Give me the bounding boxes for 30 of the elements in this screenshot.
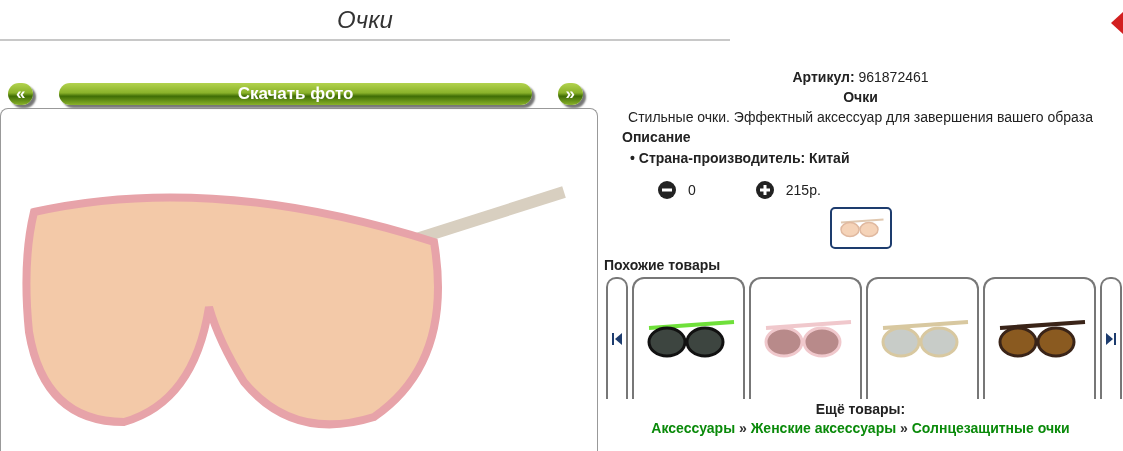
product-card[interactable] <box>983 277 1096 399</box>
previous-button[interactable]: « <box>8 83 34 105</box>
quantity-value: 0 <box>688 182 696 198</box>
product-name: Очки <box>843 88 878 107</box>
product-card[interactable] <box>632 277 745 399</box>
property-item: Страна-производитель: Китай <box>638 150 850 166</box>
carousel-previous-button[interactable] <box>606 277 628 399</box>
breadcrumb-separator: » <box>900 420 908 436</box>
price: 215р. <box>785 182 821 198</box>
plus-icon[interactable] <box>755 181 774 199</box>
category-link[interactable]: Солнцезащитные очки <box>911 420 1070 436</box>
skip-forward-icon <box>1106 333 1116 345</box>
page-title: Очки <box>337 5 393 34</box>
carousel-next-button[interactable] <box>1100 277 1122 399</box>
description-heading: Описание <box>622 128 691 147</box>
article-number: 961872461 <box>858 69 929 85</box>
photo-thumbnail[interactable] <box>829 207 892 249</box>
skip-back-icon <box>612 333 622 345</box>
product-tagline: Стильные очки. Эффектный аксессуар для завершения вашего образа <box>628 108 1093 127</box>
similar-heading: Похожие товары <box>604 257 721 273</box>
more-products-heading: Ещё товары: <box>815 401 906 418</box>
download-photo-button[interactable]: Скачать фото <box>59 83 532 105</box>
diamond-icon <box>1111 12 1123 34</box>
next-button[interactable]: » <box>557 83 583 105</box>
breadcrumb-separator: » <box>739 420 747 436</box>
bullet-mark: • <box>630 150 635 166</box>
article-label: Артикул: <box>792 69 855 85</box>
minus-icon[interactable] <box>658 181 676 199</box>
category-link[interactable]: Аксессуары <box>651 420 736 436</box>
category-link[interactable]: Женские аксессуары <box>750 420 897 436</box>
